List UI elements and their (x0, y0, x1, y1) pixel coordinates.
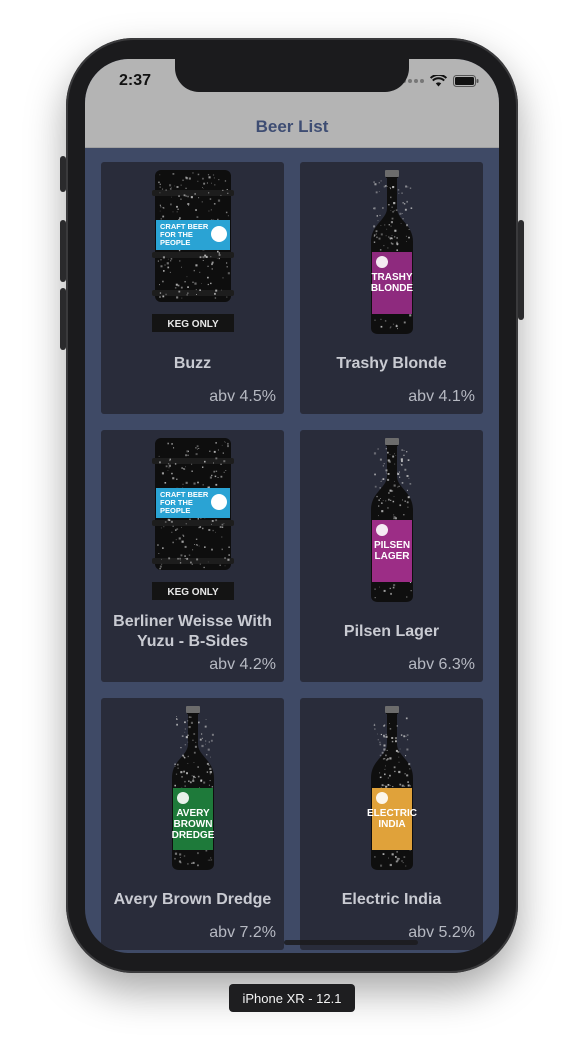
svg-text:PEOPLE: PEOPLE (160, 506, 190, 515)
status-time: 2:37 (119, 72, 152, 89)
bottle-image: AVERYBROWNDREDGE (171, 706, 214, 870)
beer-thumbnail: CRAFT BEER FOR THE PEOPLE KEG ONLY (101, 436, 284, 606)
bottle-image: TRASHYBLONDE (370, 170, 413, 334)
beer-thumbnail: ELECTRIC INDIA (300, 704, 483, 874)
beer-card[interactable]: AVERY BROWN DREDGE Avery Brown Dredge abv 7.… (101, 698, 284, 950)
svg-text:PEOPLE: PEOPLE (160, 238, 190, 247)
bottle-image: PILSENLAGER (370, 438, 413, 602)
beer-card[interactable]: CRAFT BEER FOR THE PEOPLE KEG ONLY Buzz abv 4… (101, 162, 284, 414)
svg-text:ELECTRIC: ELECTRIC (367, 808, 417, 819)
beer-grid: CRAFT BEER FOR THE PEOPLE KEG ONLY Buzz abv 4… (101, 162, 484, 950)
svg-text:TRASHY: TRASHY (371, 272, 412, 283)
beer-name: Buzz (173, 355, 212, 372)
beer-name: Berliner Weisse With Yuzu - B-Sides (113, 613, 272, 650)
home-indicator[interactable] (284, 940, 418, 945)
volume-up-button (60, 220, 66, 282)
beer-abv: abv 7.2% (209, 924, 276, 941)
keg-image: CRAFT BEERFOR THEPEOPLEKEG ONLY (151, 438, 234, 600)
navigation-bar: Beer List (85, 103, 499, 148)
beer-card[interactable]: TRASHY BLONDE Trashy Blonde abv 4.1% (300, 162, 483, 414)
mute-switch (60, 156, 66, 192)
notch (175, 57, 409, 92)
beer-card[interactable]: ELECTRIC INDIA Electric India abv 5.2% (300, 698, 483, 950)
battery-icon (453, 75, 479, 87)
beer-abv: abv 5.2% (408, 924, 475, 941)
keg-image: CRAFT BEERFOR THEPEOPLEKEG ONLY (151, 170, 234, 332)
svg-text:BROWN: BROWN (173, 819, 212, 830)
beer-thumbnail: TRASHY BLONDE (300, 168, 483, 338)
beer-thumbnail: AVERY BROWN DREDGE (101, 704, 284, 874)
beer-card[interactable]: PILSEN LAGER Pilsen Lager abv 6.3% (300, 430, 483, 682)
svg-text:AVERY: AVERY (176, 808, 210, 819)
beer-abv: abv 6.3% (408, 656, 475, 673)
svg-text:BLONDE: BLONDE (370, 283, 413, 294)
app-screen: 2:37 Beer List CRAFT BEER FOR THE PEOPLE… (85, 59, 499, 953)
volume-down-button (60, 288, 66, 350)
page-title: Beer List (255, 117, 329, 136)
svg-text:LAGER: LAGER (374, 551, 410, 562)
beer-name: Avery Brown Dredge (113, 891, 272, 908)
beer-thumbnail: PILSEN LAGER (300, 436, 483, 606)
simulator-window: 2:37 Beer List CRAFT BEER FOR THE PEOPLE… (0, 0, 584, 1048)
svg-text:INDIA: INDIA (378, 819, 405, 830)
status-icons (402, 75, 479, 87)
bottle-image: ELECTRICINDIA (367, 706, 417, 870)
beer-abv: abv 4.5% (209, 388, 276, 405)
beer-name: Pilsen Lager (343, 623, 440, 640)
beer-abv: abv 4.1% (408, 388, 475, 405)
beer-thumbnail: CRAFT BEER FOR THE PEOPLE KEG ONLY (101, 168, 284, 338)
beer-name: Electric India (341, 891, 442, 908)
beer-name: Trashy Blonde (336, 355, 447, 372)
svg-text:KEG ONLY: KEG ONLY (167, 587, 219, 598)
power-button (518, 220, 524, 320)
beer-abv: abv 4.2% (209, 656, 276, 673)
svg-text:KEG ONLY: KEG ONLY (167, 319, 219, 330)
wifi-icon (430, 75, 447, 87)
svg-text:DREDGE: DREDGE (171, 830, 214, 841)
svg-text:PILSEN: PILSEN (373, 540, 409, 551)
device-label: iPhone XR - 12.1 (229, 984, 355, 1012)
beer-card[interactable]: CRAFT BEER FOR THE PEOPLE KEG ONLY Berliner … (101, 430, 284, 682)
